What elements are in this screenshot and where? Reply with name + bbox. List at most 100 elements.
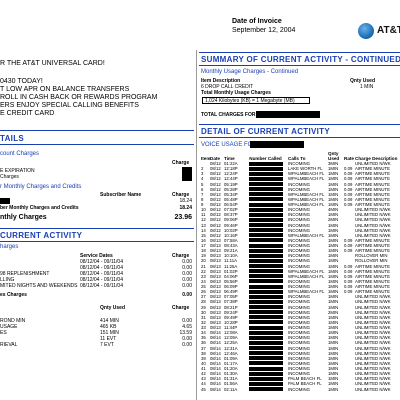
subscriber-monthly-total: 18.24	[179, 205, 192, 211]
redacted-number	[249, 207, 283, 212]
divider	[199, 137, 400, 138]
redacted-number	[249, 197, 283, 202]
redacted-number	[249, 161, 283, 166]
redacted-number	[249, 258, 283, 263]
monthly-charges-total: 23.96	[174, 214, 192, 221]
redacted-number	[249, 217, 283, 222]
redacted-number	[249, 371, 283, 376]
table-row: 21 08/13 11:25A INCOMING 1MIN 0.09 AIRTIME MIN…	[201, 264, 400, 269]
redacted-number	[249, 325, 283, 330]
services-charges-total: 0.00	[182, 292, 192, 298]
table-row: 38 08/14 12:46A INCOMING 1MIN UNLIMITED N/WK	[201, 351, 400, 356]
redacted-number	[249, 305, 283, 310]
usage-row: RIEVAL 7 EVT 0.00	[0, 342, 194, 348]
att-globe-icon	[358, 23, 374, 39]
table-row: 45 08/14 02:11A INCOMING 1MIN UNLIMITED N/WK	[201, 387, 400, 392]
monthly-usage-heading: Monthly Usage Charges - Continued	[201, 69, 299, 75]
usage-charge-list: ROND MIN 414 MIN 0.00 USAGE 465 KB 4.65 ES 151 …	[0, 318, 194, 348]
redacted-number	[249, 346, 283, 351]
usage-qty: 7 EVT	[100, 342, 114, 348]
call-to: WPALMBEACH FL	[288, 176, 325, 182]
redacted-number	[249, 356, 283, 361]
subscriber-monthly-label: ber Monthly Charges and Credits	[0, 205, 79, 211]
account-charges-title: count Charges	[0, 151, 40, 157]
redacted-value	[0, 198, 10, 204]
redacted-number	[249, 243, 283, 248]
redacted-number	[249, 192, 283, 197]
table-row: 4 08/12 12:44P WPALMBEACH FL 1MIN 0.09 AIRTIME…	[201, 176, 400, 181]
col-qnty-used: Qnty Used	[328, 151, 340, 161]
subscriber-name-header: Subscriber Name	[100, 192, 142, 198]
call-to: INCOMING	[288, 386, 310, 392]
promo-line-5: ERS ENJOY SPECIAL CALLING BENEFITS	[0, 102, 139, 109]
redacted-number	[249, 187, 283, 192]
divider	[0, 130, 194, 131]
redacted-number	[249, 182, 283, 187]
att-logo-text: AT&T W	[377, 25, 400, 36]
charges-label: Charges	[0, 174, 19, 180]
usage-charge: 0.00	[182, 342, 192, 348]
qty-used-header: Qnty Used	[100, 305, 126, 311]
redacted-number	[249, 299, 283, 304]
table-row: 20 08/13 11:11A INCOMING 1MIN ROLLOVER MIN	[201, 258, 400, 263]
call-number-redacted	[243, 387, 288, 392]
redacted-number	[249, 361, 283, 366]
col-date: Date	[210, 156, 220, 161]
divider	[0, 241, 194, 242]
redacted-value	[182, 167, 192, 174]
redacted-number	[249, 335, 283, 340]
promo-line-4: ROLL IN CASH BACK OR REWARDS PROGRAM	[0, 94, 158, 101]
table-row: 6 08/12 05:28P INCOMING 1MIN 0.09 AIRTIME MINU…	[201, 187, 400, 192]
detail-heading: DETAIL OF CURRENT ACTIVITY	[201, 127, 330, 136]
col-number-called: Number Called	[249, 156, 282, 161]
redacted-number	[249, 310, 283, 315]
service-row: MITED NIGHTS AND WEEKENDS 08/12/04 - 09/1…	[0, 283, 194, 289]
table-row: 13 08/12 09:46P INCOMING 1MIN UNLIMITED N/WK	[201, 223, 400, 228]
divider	[0, 144, 194, 145]
monthly-charges-label: nthly Charges	[0, 214, 47, 221]
table-row: 22 08/13 01:02P WPALMBEACH FL 1MIN 0.09 AIRTIM…	[201, 269, 400, 274]
col-item: Item	[201, 156, 211, 161]
redacted-number	[249, 315, 283, 320]
col-calls-to: Calls To	[288, 156, 306, 161]
redacted-value	[256, 111, 320, 118]
table-row: 30 08/13 09:24P INCOMING 2MIN UNLIMITED N/WK	[201, 310, 400, 315]
redacted-number	[249, 330, 283, 335]
redacted-number	[249, 166, 283, 171]
call-rate	[344, 387, 355, 392]
service-name: MITED NIGHTS AND WEEKENDS	[0, 283, 78, 289]
details-heading: TAILS	[0, 134, 25, 143]
redacted-number	[249, 284, 283, 289]
redacted-number	[249, 320, 283, 325]
call-to: WPALMBEACH FL	[288, 268, 325, 274]
redacted-number	[249, 351, 283, 356]
monthly-charges-credits-title: r Monthly Charges and Credits	[0, 184, 82, 190]
table-row: 28 08/13 07:38P INCOMING 1MIN UNLIMITED N/WK	[201, 299, 400, 304]
call-date: 08/14	[210, 386, 221, 392]
promo-line-2: 0430 TODAY!	[0, 78, 43, 85]
current-activity-heading: CURRENT ACTIVITY	[0, 231, 83, 240]
invoice-date-value: September 12, 2004	[232, 27, 296, 34]
redacted-number	[249, 366, 283, 371]
redacted-number	[249, 248, 283, 253]
promo-line-1: R THE AT&T UNIVERSAL CARD!	[0, 60, 105, 67]
divider	[199, 65, 400, 66]
column-divider	[196, 50, 197, 400]
voice-usage-table: Item Date Time Number Called Calls To Qn…	[201, 151, 400, 392]
redacted-number	[249, 387, 283, 392]
table-row: 36 08/14 12:25A INCOMING 1MIN UNLIMITED N/WK	[201, 340, 400, 345]
redacted-number	[249, 264, 283, 269]
redacted-number	[249, 279, 283, 284]
total-charges-label: TOTAL CHARGES FOR	[201, 112, 256, 118]
usage-name: RIEVAL	[0, 342, 18, 348]
redacted-number	[249, 202, 283, 207]
redacted-number	[249, 171, 283, 176]
table-row: 44 08/14 01:56A PALM BEACH FL 1MIN UNLIMITED …	[201, 381, 400, 386]
redacted-number	[249, 274, 283, 279]
redacted-number	[249, 269, 283, 274]
redacted-number	[249, 381, 283, 386]
table-row: 29 08/13 08:21P INCOMING 1MIN UNLIMITED N/WK	[201, 305, 400, 310]
call-qty: 1MIN	[328, 386, 339, 392]
drop-call-qty: 1 MIN	[360, 84, 374, 90]
call-time: 02:11A	[224, 386, 238, 392]
